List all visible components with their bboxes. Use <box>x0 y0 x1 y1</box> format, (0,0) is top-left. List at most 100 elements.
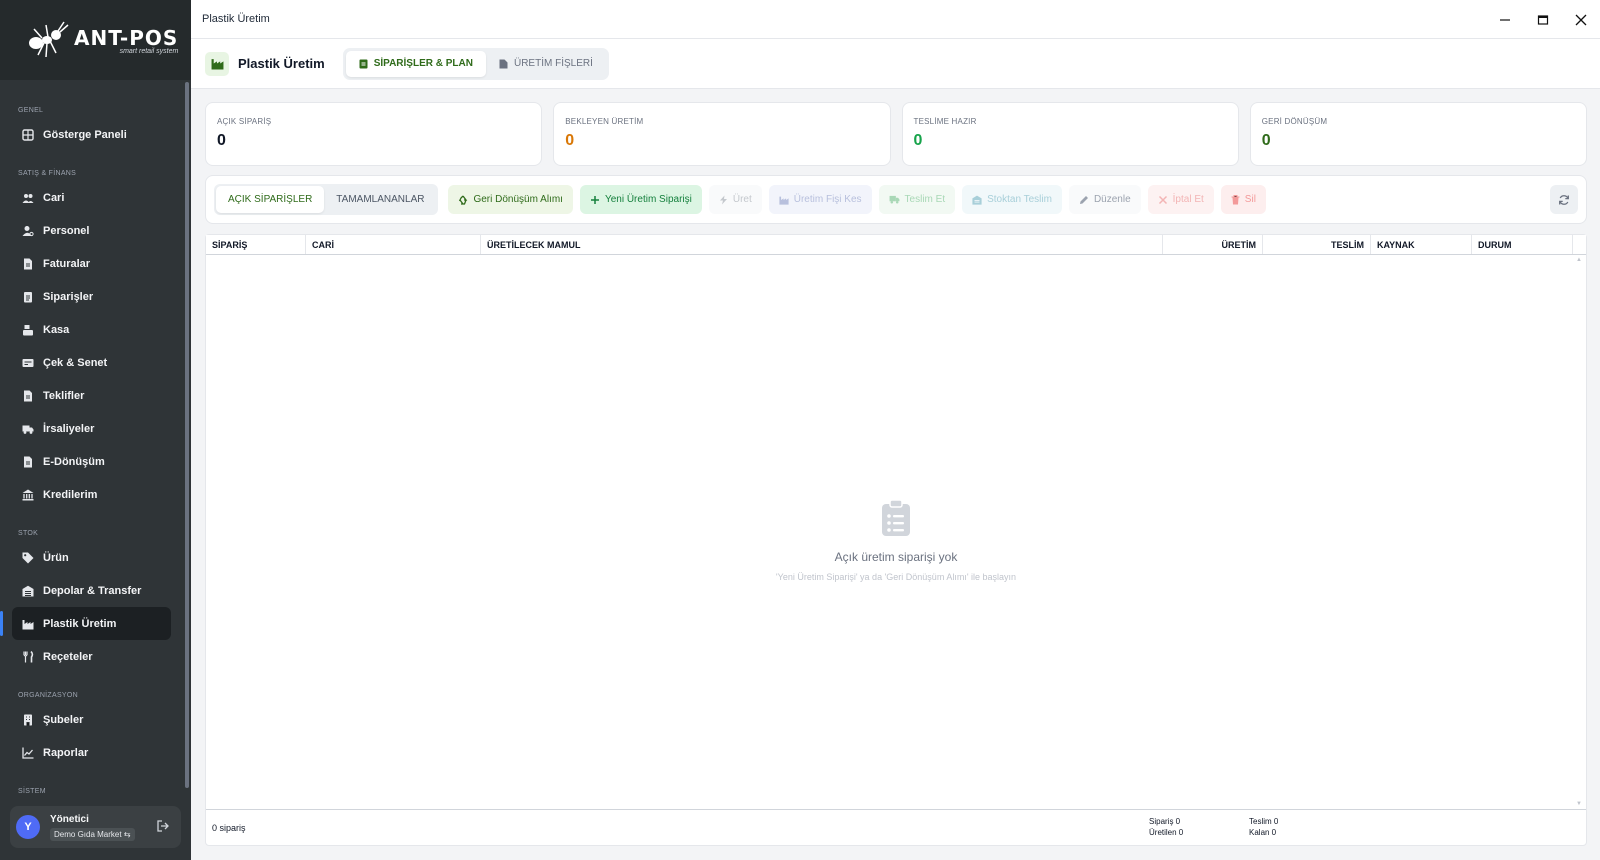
col-header-uretim[interactable]: ÜRETİM <box>1163 235 1263 254</box>
stat-card-teslime-hazir: TESLİME HAZIR 0 <box>901 102 1239 166</box>
sidebar-item-label: Ürün <box>43 551 69 564</box>
sidebar-item-kasa[interactable]: Kasa <box>12 313 171 346</box>
sidebar-item-plastik-uretim[interactable]: Plastik Üretim <box>0 607 171 640</box>
bolt-icon <box>719 195 727 204</box>
sidebar-item-kredilerim[interactable]: Kredilerim <box>12 478 171 511</box>
industry-icon <box>779 196 789 205</box>
recycle-icon <box>459 195 468 205</box>
refresh-icon <box>1559 194 1569 205</box>
orders-table: SİPARİŞ CARİ ÜRETİLECEK MAMUL ÜRETİM TES… <box>205 234 1587 846</box>
plus-icon <box>590 195 599 204</box>
maximize-button[interactable] <box>1524 0 1562 39</box>
uretim-fisi-kes-button[interactable]: Üretim Fişi Kes <box>768 185 872 214</box>
yeni-uretim-siparisi-button[interactable]: Yeni Üretim Siparişi <box>579 185 702 214</box>
stat-value: 0 <box>913 132 923 149</box>
page-header: Plastik Üretim SİPARİŞLER & PLAN ÜRETİM … <box>191 39 1600 89</box>
stat-label: TESLİME HAZIR <box>913 117 977 126</box>
sidebar-item-irsaliyeler[interactable]: İrsaliyeler <box>12 412 171 445</box>
module-tabs: SİPARİŞLER & PLAN ÜRETİM FİŞLERİ <box>342 47 609 80</box>
teslim-et-button[interactable]: Teslim Et <box>878 185 956 214</box>
col-header-siparis[interactable]: SİPARİŞ <box>206 235 306 254</box>
sidebar-item-teklifler[interactable]: Teklifler <box>12 379 171 412</box>
col-header-teslim[interactable]: TESLİM <box>1263 235 1371 254</box>
button-label: Düzenle <box>1093 194 1131 205</box>
stoktan-teslim-button[interactable]: Stoktan Teslim <box>962 185 1062 214</box>
duzenle-button[interactable]: Düzenle <box>1068 185 1141 214</box>
sidebar-item-depolar[interactable]: Depolar & Transfer <box>12 574 171 607</box>
close-button[interactable] <box>1562 0 1600 39</box>
sidebar-item-personel[interactable]: Personel <box>12 214 171 247</box>
sidebar-item-label: İrsaliyeler <box>43 422 95 435</box>
sidebar-item-label: Reçeteler <box>43 650 93 663</box>
dashboard-icon <box>22 128 34 141</box>
footer-totals-left: Sipariş 0 Üretilen 0 <box>1149 816 1183 838</box>
sidebar-item-label: Teklifler <box>43 389 85 402</box>
warehouse-icon <box>22 585 34 597</box>
building-icon <box>22 714 34 726</box>
sidebar-item-dashboard[interactable]: Gösterge Paneli <box>12 118 171 151</box>
avatar: Y <box>16 815 40 839</box>
sidebar-item-label: Kredilerim <box>43 488 98 501</box>
button-label: Üretim Fişi Kes <box>793 194 862 205</box>
sidebar-item-cari[interactable]: Cari <box>12 181 171 214</box>
store-switch-badge[interactable]: Demo Gıda Market ⇆ <box>50 827 135 841</box>
user-name: Yönetici <box>50 813 89 825</box>
tab-siparisler-plan[interactable]: SİPARİŞLER & PLAN <box>345 50 486 77</box>
table-body: ▲ Açık üretim siparişi yok 'Yeni Üretim … <box>206 255 1586 809</box>
stat-card-acik-siparis: AÇIK SİPARİŞ 0 <box>205 102 543 166</box>
scroll-down-icon[interactable]: ▼ <box>1576 801 1582 807</box>
file-icon <box>22 390 34 402</box>
section-organizasyon: ORGANİZASYON <box>18 692 78 699</box>
empty-state-hint: 'Yeni Üretim Siparişi' ya da 'Geri Dönüş… <box>775 572 1017 582</box>
sidebar-item-label: Şubeler <box>43 713 84 726</box>
button-label: Stoktan Teslim <box>987 194 1052 205</box>
col-header-uretilecek-mamul[interactable]: ÜRETİLECEK MAMUL <box>481 235 1163 254</box>
industry-icon <box>205 51 229 76</box>
iptal-et-button[interactable]: İptal Et <box>1147 185 1214 214</box>
sidebar-item-siparisler[interactable]: Siparişler <box>12 280 171 313</box>
tab-uretim-fisleri[interactable]: ÜRETİM FİŞLERİ <box>486 51 606 77</box>
section-sistem: SİSTEM <box>18 788 46 795</box>
order-count: 0 sipariş <box>212 822 246 833</box>
switch-icon: ⇆ <box>123 829 131 839</box>
clipboard-list-icon <box>882 499 910 536</box>
geri-donusum-button[interactable]: Geri Dönüşüm Alımı <box>448 185 573 214</box>
sidebar-item-label: Gösterge Paneli <box>43 128 127 141</box>
minimize-button[interactable] <box>1486 0 1524 39</box>
brand-logo: ANT-POS smart retail system <box>0 0 191 80</box>
clipboard-icon <box>359 59 368 68</box>
user-profile[interactable]: Y Yönetici Demo Gıda Market ⇆ <box>10 806 181 848</box>
stat-label: AÇIK SİPARİŞ <box>217 117 272 126</box>
sidebar-item-raporlar[interactable]: Raporlar <box>12 736 171 769</box>
refresh-button[interactable] <box>1550 185 1578 214</box>
sidebar-item-receteler[interactable]: Reçeteler <box>12 640 171 673</box>
filter-tamamlananlar[interactable]: TAMAMLANANLAR <box>324 186 436 213</box>
stat-value: 0 <box>565 132 575 149</box>
sidebar-item-label: Depolar & Transfer <box>43 584 142 597</box>
sidebar-scrollbar[interactable] <box>185 82 189 788</box>
col-header-kaynak[interactable]: KAYNAK <box>1371 235 1472 254</box>
table-header: SİPARİŞ CARİ ÜRETİLECEK MAMUL ÜRETİM TES… <box>206 235 1586 255</box>
scroll-up-icon[interactable]: ▲ <box>1576 257 1582 263</box>
sidebar-item-cek-senet[interactable]: Çek & Senet <box>12 346 171 379</box>
col-header-durum[interactable]: DURUM <box>1472 235 1573 254</box>
sil-button[interactable]: Sil <box>1220 185 1266 214</box>
sidebar-item-subeler[interactable]: Şubeler <box>12 703 171 736</box>
sidebar-item-faturalar[interactable]: Faturalar <box>12 247 171 280</box>
sidebar-item-urun[interactable]: Ürün <box>12 541 171 574</box>
sidebar-item-label: Çek & Senet <box>43 356 108 369</box>
uret-button[interactable]: Üret <box>708 185 762 214</box>
sidebar-item-label: Raporlar <box>43 746 89 759</box>
button-label: İptal Et <box>1172 194 1204 205</box>
button-label: Yeni Üretim Siparişi <box>604 194 692 205</box>
utensils-icon <box>22 650 34 663</box>
filter-acik-siparisler[interactable]: AÇIK SİPARİŞLER <box>216 186 325 213</box>
logout-icon[interactable] <box>157 820 169 835</box>
users-icon <box>22 192 34 204</box>
user-cog-icon <box>22 225 34 237</box>
truck-icon <box>889 195 899 204</box>
col-header-cari[interactable]: CARİ <box>306 235 481 254</box>
sidebar-item-edonusum[interactable]: E-Dönüşüm <box>12 445 171 478</box>
section-stok: STOK <box>18 530 39 537</box>
page-title: Plastik Üretim <box>238 56 325 71</box>
